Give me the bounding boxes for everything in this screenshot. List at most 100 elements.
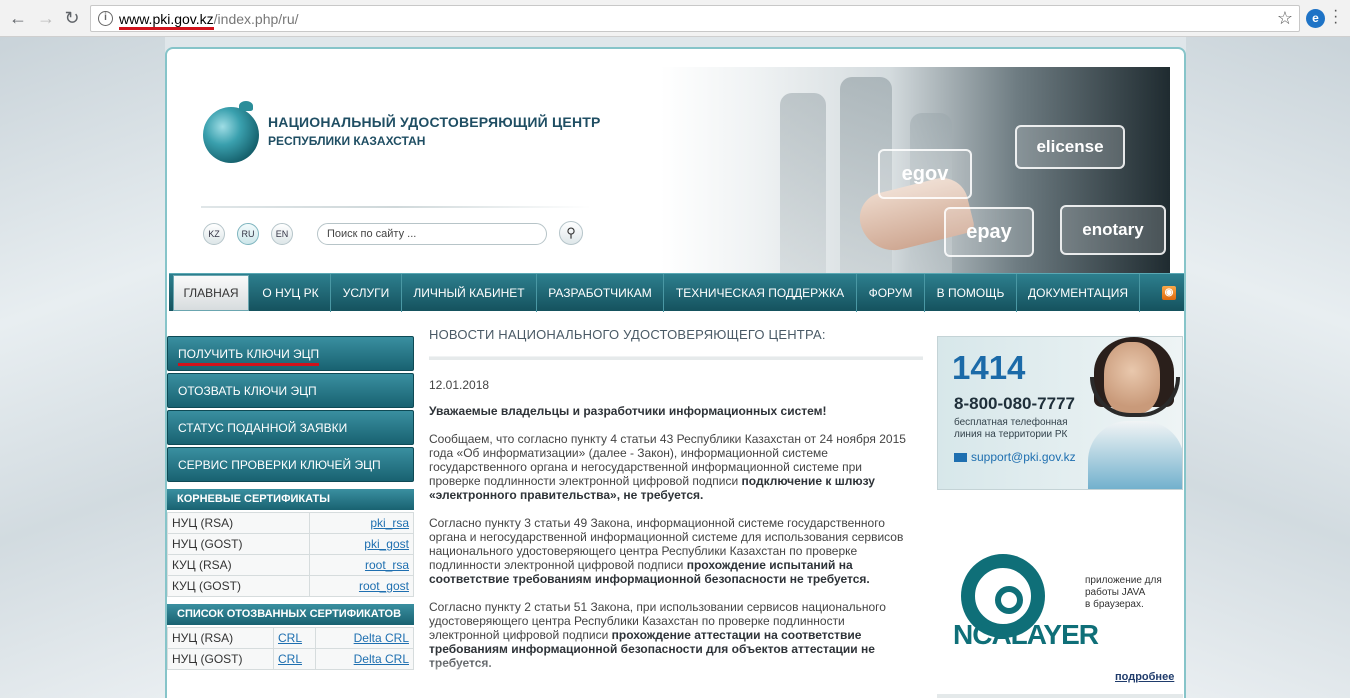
cert-name: НУЦ (RSA) (167, 512, 310, 534)
nav-services[interactable]: УСЛУГИ (331, 274, 402, 312)
cert-link: pki_gost (309, 533, 414, 555)
nav-forum[interactable]: ФОРУМ (857, 274, 925, 312)
cert-download-link[interactable]: pki_rsa (370, 516, 409, 530)
delta-crl-link[interactable]: Delta CRL (354, 631, 409, 645)
table-row: КУЦ (GOST) root_gost (167, 575, 414, 597)
hotline-desc: бесплатная телефонная линия на территории… (954, 417, 1068, 441)
cert-download-link[interactable]: root_rsa (365, 558, 409, 572)
search-input[interactable]: Поиск по сайту ... (317, 223, 547, 245)
envelope-icon (954, 453, 967, 463)
operator-body (1088, 421, 1182, 489)
nav-developers[interactable]: РАЗРАБОТЧИКАМ (537, 274, 664, 312)
header-banner: egov elicense epay enotary (660, 67, 1170, 273)
nav-docs[interactable]: ДОКУМЕНТАЦИЯ (1017, 274, 1140, 312)
site-page: НАЦИОНАЛЬНЫЙ УДОСТОВЕРЯЮЩИЙ ЦЕНТР РЕСПУБ… (165, 47, 1186, 698)
nav-support[interactable]: ТЕХНИЧЕСКАЯ ПОДДЕРЖКА (664, 274, 857, 312)
cert-name: НУЦ (GOST) (167, 648, 274, 670)
news-headline: Уважаемые владельцы и разработчики инфор… (429, 404, 827, 418)
browser-toolbar: ← → ↻ i www.pki.gov.kz/index.php/ru/ ☆ e… (0, 0, 1350, 37)
reload-icon[interactable]: ↻ (62, 8, 82, 28)
delta-crl-link[interactable]: Delta CRL (354, 652, 409, 666)
root-certs-table: НУЦ (RSA) pki_rsa НУЦ (GOST) pki_gost КУ… (167, 512, 414, 597)
lang-kz-button[interactable]: KZ (203, 223, 225, 245)
cert-link: pki_rsa (309, 512, 414, 534)
root-certs-title: КОРНЕВЫЕ СЕРТИФИКАТЫ (167, 489, 414, 510)
news-section-title: НОВОСТИ НАЦИОНАЛЬНОГО УДОСТОВЕРЯЮЩЕГО ЦЕ… (429, 327, 826, 342)
lang-ru-button[interactable]: RU (237, 223, 259, 245)
cert-link: root_gost (309, 575, 414, 597)
org-subtitle: РЕСПУБЛИКИ КАЗАХСТАН (268, 134, 426, 148)
ncalayer-desc: приложение для работы JAVA в браузерах. (1085, 575, 1162, 611)
support-email[interactable]: support@pki.gov.kz (954, 450, 1076, 464)
request-status-button[interactable]: СТАТУС ПОДАННОЙ ЗАЯВКИ (167, 410, 414, 445)
banner-tile-epay: epay (944, 207, 1034, 257)
revoke-keys-button[interactable]: ОТОЗВАТЬ КЛЮЧИ ЭЦП (167, 373, 414, 408)
cert-name: НУЦ (RSA) (167, 627, 274, 649)
news-date: 12.01.2018 (429, 378, 490, 392)
ncalayer-desc-line: приложение для (1085, 575, 1162, 586)
cert-download-link[interactable]: root_gost (359, 579, 409, 593)
url-path: /index.php/ru/ (213, 11, 299, 27)
lang-en-button[interactable]: EN (271, 223, 293, 245)
main-nav: ГЛАВНАЯ О НУЦ РК УСЛУГИ ЛИЧНЫЙ КАБИНЕТ Р… (169, 273, 1184, 312)
get-keys-button[interactable]: ПОЛУЧИТЬ КЛЮЧИ ЭЦП (167, 336, 414, 371)
news-fade (429, 655, 923, 685)
ncalayer-banner[interactable]: NCALAYER приложение для работы JAVA в брау… (937, 549, 1183, 694)
table-row: НУЦ (RSA) pki_rsa (167, 512, 414, 534)
revoked-certs-table: НУЦ (RSA) CRL Delta CRL НУЦ (GOST) CRL D… (167, 627, 414, 670)
crl-link[interactable]: CRL (278, 631, 302, 645)
news-divider (429, 356, 923, 360)
search-icon[interactable]: ⚲ (559, 221, 583, 245)
table-row: НУЦ (GOST) pki_gost (167, 533, 414, 555)
ncalayer-more-link[interactable]: подробнее (1115, 671, 1174, 683)
forward-icon[interactable]: → (36, 8, 56, 28)
table-row: НУЦ (RSA) CRL Delta CRL (167, 627, 414, 649)
cert-download-link[interactable]: pki_gost (364, 537, 409, 551)
banner-tile-egov: egov (878, 149, 972, 199)
cert-name: НУЦ (GOST) (167, 533, 310, 555)
get-keys-label: ПОЛУЧИТЬ КЛЮЧИ ЭЦП (178, 347, 320, 366)
back-icon[interactable]: ← (8, 8, 28, 28)
cert-name: КУЦ (RSA) (167, 554, 310, 576)
url-text[interactable]: www.pki.gov.kz/index.php/ru/ (119, 11, 299, 30)
url-domain: www.pki.gov.kz (119, 11, 214, 30)
page-background-right (1186, 37, 1350, 698)
menu-icon[interactable]: · · · (1333, 3, 1339, 31)
extension-icon[interactable]: e (1306, 9, 1325, 28)
table-row: КУЦ (RSA) root_rsa (167, 554, 414, 576)
rss-icon[interactable]: ◉ (1162, 286, 1176, 300)
table-row: НУЦ (GOST) CRL Delta CRL (167, 648, 414, 670)
banner-tile-enotary: enotary (1060, 205, 1166, 255)
globe-logo-icon[interactable] (203, 101, 259, 163)
news-paragraph-1: Сообщаем, что согласно пункту 4 статьи 4… (429, 432, 915, 502)
support-email-text: support@pki.gov.kz (971, 450, 1076, 464)
nav-help[interactable]: В ПОМОЩЬ (925, 274, 1017, 312)
bookmark-star-icon[interactable]: ☆ (1277, 8, 1293, 29)
crl-link[interactable]: CRL (278, 652, 302, 666)
delta-crl-cell: Delta CRL (315, 627, 414, 649)
header-divider (201, 206, 591, 208)
news-paragraph-2: Согласно пункту 3 статьи 49 Закона, инфо… (429, 516, 915, 586)
key-check-service-button[interactable]: СЕРВИС ПРОВЕРКИ КЛЮЧЕЙ ЭЦП (167, 447, 414, 482)
ncalayer-desc-line: в браузерах. (1085, 599, 1144, 610)
headset-icon (1090, 377, 1180, 417)
cert-link: root_rsa (309, 554, 414, 576)
page-background-left (0, 37, 165, 698)
revoked-certs-title: СПИСОК ОТОЗВАННЫХ СЕРТИФИКАТОВ (167, 604, 414, 625)
hotline-desc-line: бесплатная телефонная (954, 417, 1068, 428)
nav-home[interactable]: ГЛАВНАЯ (173, 275, 249, 311)
address-bar[interactable]: i www.pki.gov.kz/index.php/ru/ ☆ (90, 5, 1300, 32)
hotline-banner[interactable]: 1414 8-800-080-7777 бесплатная телефонна… (937, 336, 1183, 490)
banner-person (780, 93, 826, 273)
ncalayer-logo-text: NCALAYER (953, 619, 1099, 650)
delta-crl-cell: Delta CRL (315, 648, 414, 670)
cert-name: КУЦ (GOST) (167, 575, 310, 597)
nav-cabinet[interactable]: ЛИЧНЫЙ КАБИНЕТ (402, 274, 537, 312)
right-divider (937, 694, 1183, 698)
nav-about[interactable]: О НУЦ РК (251, 274, 331, 312)
ncalayer-desc-line: работы JAVA (1085, 587, 1146, 598)
info-icon[interactable]: i (98, 11, 113, 26)
org-title: НАЦИОНАЛЬНЫЙ УДОСТОВЕРЯЮЩИЙ ЦЕНТР (268, 114, 601, 130)
crl-cell: CRL (273, 648, 316, 670)
hotline-number: 1414 (952, 349, 1026, 386)
